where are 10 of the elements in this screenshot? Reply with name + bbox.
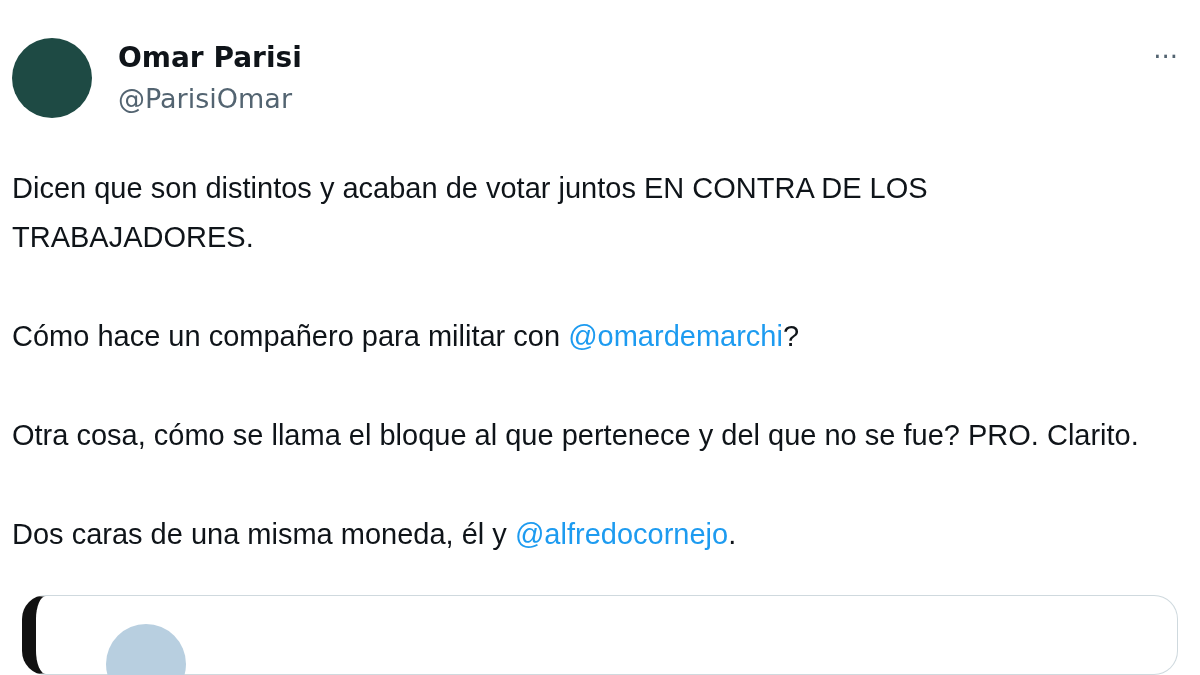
quoted-post-card[interactable] [22, 595, 1178, 675]
mention-link[interactable]: @alfredocornejo [514, 518, 729, 550]
author-name: Omar Parisi [118, 40, 303, 76]
mention-link[interactable]: @omardemarchi [568, 320, 783, 352]
post-paragraph: Cómo hace un compañero para militar con @omardemarchi? [12, 319, 801, 354]
author-handle: @ParisiOmar [118, 82, 293, 116]
post-paragraph: Otra cosa, cómo se llama el bloque al que pertenece y del que no se fue? PRO. Clarito. [12, 418, 1140, 453]
post-paragraph: Dos caras de una misma moneda, él y @alfredocornejo. [12, 517, 738, 552]
more-options-button[interactable]: ··· [1153, 42, 1178, 72]
post-paragraph: Dicen que son distintos y acaban de votar juntos EN CONTRA DE LOS TRABAJADORES. [12, 171, 929, 255]
